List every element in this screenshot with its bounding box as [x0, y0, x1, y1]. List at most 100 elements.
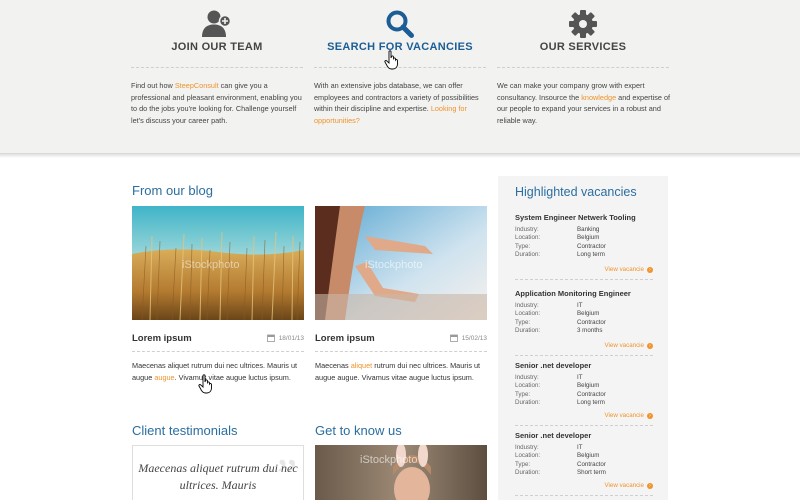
blog-post-excerpt: Maecenas aliquet rutrum dui nec ultrices… — [315, 360, 487, 383]
blog-post-header: Lorem ipsum 18/01/13 — [132, 333, 304, 347]
feature-description: With an extensive jobs database, we can … — [314, 80, 490, 126]
blog-post-title[interactable]: Lorem ipsum — [315, 333, 375, 344]
label: Industry: — [515, 374, 539, 381]
divider — [314, 67, 486, 68]
divider — [515, 355, 653, 356]
vacancy-location: Belgium — [577, 310, 600, 318]
vacancy-type: Contractor — [577, 318, 606, 326]
label: Type: — [515, 318, 531, 326]
view-vacancy-link[interactable]: View vacancie › — [605, 412, 653, 419]
label: Type: — [515, 390, 531, 398]
vacancy-duration: Short term — [577, 468, 606, 476]
watermark: iStockphoto — [365, 259, 422, 271]
view-vacancy-link[interactable]: View vacancie › — [605, 342, 653, 349]
vacancy-item: Senior .net developer Industry: IT Locati… — [515, 431, 653, 496]
divider — [515, 425, 653, 426]
testimonials-title: Client testimonials — [132, 423, 238, 438]
search-icon[interactable] — [314, 9, 486, 39]
arrow-circle-icon: › — [647, 266, 653, 273]
testimonial-card: ” Maecenas aliquet rutrum dui nec ultric… — [132, 445, 304, 500]
vacancy-item: Application Monitoring Engineer Industry… — [515, 289, 653, 356]
blog-post-date: 15/02/13 — [449, 334, 487, 342]
top-feature-band: JOIN OUR TEAM Find out how SteepConsult … — [0, 0, 800, 158]
view-label: View vacancie — [604, 266, 644, 273]
label: Type: — [515, 242, 531, 250]
vacancy-duration: Long term — [577, 398, 605, 406]
view-vacancy-link[interactable]: View vacancie › — [605, 482, 653, 489]
view-label: View vacancie — [604, 482, 644, 489]
label: Industry: — [515, 226, 539, 233]
vacancy-industry: IT — [577, 444, 583, 451]
vacancy-industry: Banking — [577, 226, 600, 233]
knowledge-link[interactable]: knowledge — [581, 93, 616, 102]
hand-cursor-icon — [198, 374, 214, 399]
calendar-icon — [449, 334, 458, 342]
view-label: View vacancie — [604, 342, 644, 349]
watermark: iStockphoto — [360, 454, 417, 466]
label: Industry: — [515, 444, 539, 451]
vacancy-type: Contractor — [577, 390, 606, 398]
vacancies-title: Highlighted vacancies — [515, 185, 637, 199]
augue-link[interactable]: augue — [154, 373, 174, 382]
vacancy-type: Contractor — [577, 460, 606, 468]
divider — [131, 67, 303, 68]
watermark: iStockphoto — [182, 259, 239, 271]
vacancy-location: Belgium — [577, 382, 600, 390]
steepconsult-link[interactable]: SteepConsult — [175, 81, 219, 90]
vacancy-title[interactable]: Application Monitoring Engineer — [515, 289, 653, 298]
label: Industry: — [515, 302, 539, 309]
blog-post-excerpt: Maecenas aliquet rutrum dui nec ultrices… — [132, 360, 304, 383]
highlighted-vacancies-panel: Highlighted vacancies System Engineer Ne… — [498, 176, 668, 500]
label: Duration: — [515, 398, 541, 406]
hand-cursor-icon — [384, 50, 400, 75]
feature-title[interactable]: OUR SERVICES — [497, 41, 669, 53]
date-text: 15/02/13 — [461, 334, 487, 342]
blog-image-wheat-field[interactable]: iStockphoto — [132, 206, 304, 320]
vacancy-industry: IT — [577, 374, 583, 381]
label: Location: — [515, 234, 541, 242]
vacancy-item: System Engineer Netwerk Tooling Industry… — [515, 213, 653, 280]
feature-description: We can make your company grow with exper… — [497, 80, 673, 126]
label: Location: — [515, 382, 541, 390]
feature-title[interactable]: JOIN OUR TEAM — [131, 41, 303, 53]
know-us-image[interactable]: iStockphoto — [315, 445, 487, 500]
vacancy-title[interactable]: Senior .net developer — [515, 361, 653, 370]
know-us-title: Get to know us — [315, 423, 402, 438]
feature-title[interactable]: SEARCH FOR VACANCIES — [314, 41, 486, 53]
add-user-icon[interactable] — [131, 9, 303, 39]
blog-post-date: 18/01/13 — [266, 334, 304, 342]
divider — [515, 495, 653, 496]
vacancy-title[interactable]: System Engineer Netwerk Tooling — [515, 213, 653, 222]
view-label: View vacancie — [604, 412, 644, 419]
vacancy-location: Belgium — [577, 452, 600, 460]
text: Maecenas — [315, 361, 351, 370]
vacancy-duration: 3 months — [577, 326, 603, 334]
blog-post-header: Lorem ipsum 15/02/13 — [315, 333, 487, 347]
label: Duration: — [515, 468, 541, 476]
text: Find out how — [131, 81, 175, 90]
vacancy-title[interactable]: Senior .net developer — [515, 431, 653, 440]
arrow-circle-icon: › — [647, 412, 653, 419]
vacancy-industry: IT — [577, 302, 583, 309]
label: Type: — [515, 460, 531, 468]
divider — [515, 279, 653, 280]
divider — [315, 351, 487, 352]
label: Location: — [515, 452, 541, 460]
arrow-circle-icon: › — [647, 482, 653, 489]
arrow-circle-icon: › — [647, 342, 653, 349]
label: Location: — [515, 310, 541, 318]
vacancy-type: Contractor — [577, 242, 606, 250]
calendar-icon — [266, 334, 275, 342]
divider — [132, 351, 304, 352]
vacancy-location: Belgium — [577, 234, 600, 242]
gear-icon[interactable] — [497, 9, 669, 39]
vacancy-item: Senior .net developer Industry: IT Locati… — [515, 361, 653, 426]
aliquet-link[interactable]: aliquet — [351, 361, 373, 370]
view-vacancy-link[interactable]: View vacancie › — [605, 266, 653, 273]
blog-post-title[interactable]: Lorem ipsum — [132, 333, 192, 344]
divider — [497, 67, 669, 68]
testimonial-quote: Maecenas aliquet rutrum dui nec ultrices… — [138, 461, 298, 492]
date-text: 18/01/13 — [278, 334, 304, 342]
blog-image-hands-frame[interactable]: iStockphoto — [315, 206, 487, 320]
feature-description: Find out how SteepConsult can give you a… — [131, 80, 307, 126]
